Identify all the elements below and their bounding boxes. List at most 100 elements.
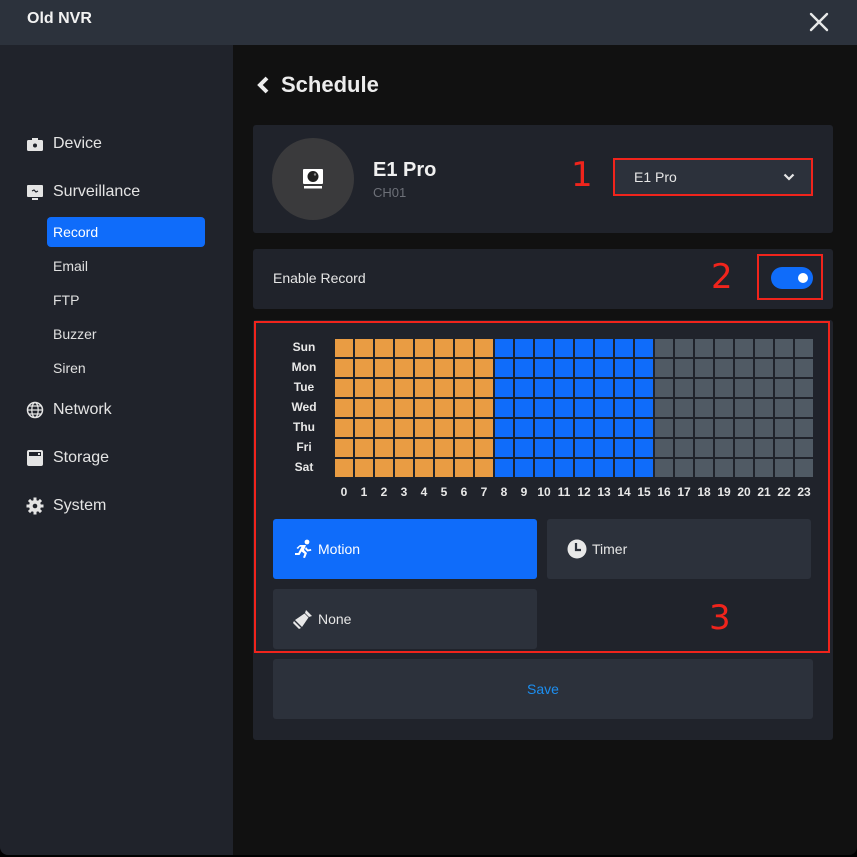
schedule-cell[interactable] <box>675 439 693 457</box>
schedule-cell[interactable] <box>775 339 793 357</box>
schedule-cell[interactable] <box>675 359 693 377</box>
schedule-cell[interactable] <box>475 419 493 437</box>
schedule-cell[interactable] <box>495 339 513 357</box>
enable-record-toggle[interactable] <box>771 267 813 289</box>
schedule-cell[interactable] <box>555 339 573 357</box>
schedule-cell[interactable] <box>455 339 473 357</box>
schedule-cell[interactable] <box>635 359 653 377</box>
schedule-cell[interactable] <box>435 359 453 377</box>
schedule-cell[interactable] <box>495 439 513 457</box>
sidebar-subitem-buzzer[interactable]: Buzzer <box>47 319 205 349</box>
schedule-cell[interactable] <box>655 359 673 377</box>
schedule-cell[interactable] <box>595 339 613 357</box>
close-button[interactable] <box>806 9 832 35</box>
schedule-cell[interactable] <box>515 439 533 457</box>
schedule-cell[interactable] <box>555 359 573 377</box>
schedule-cell[interactable] <box>675 399 693 417</box>
schedule-cell[interactable] <box>355 439 373 457</box>
schedule-cell[interactable] <box>555 399 573 417</box>
schedule-cell[interactable] <box>375 419 393 437</box>
schedule-cell[interactable] <box>575 419 593 437</box>
schedule-cell[interactable] <box>375 359 393 377</box>
back-button[interactable]: Schedule <box>255 70 379 100</box>
schedule-cell[interactable] <box>715 399 733 417</box>
schedule-cell[interactable] <box>435 399 453 417</box>
schedule-cell[interactable] <box>455 419 473 437</box>
schedule-cell[interactable] <box>715 439 733 457</box>
schedule-cell[interactable] <box>355 419 373 437</box>
schedule-cell[interactable] <box>615 419 633 437</box>
sidebar-subitem-siren[interactable]: Siren <box>47 353 205 383</box>
schedule-cell[interactable] <box>515 419 533 437</box>
schedule-cell[interactable] <box>335 359 353 377</box>
schedule-cell[interactable] <box>795 379 813 397</box>
schedule-cell[interactable] <box>635 439 653 457</box>
schedule-cell[interactable] <box>535 419 553 437</box>
schedule-cell[interactable] <box>515 359 533 377</box>
schedule-cell[interactable] <box>795 339 813 357</box>
schedule-cell[interactable] <box>555 459 573 477</box>
schedule-cell[interactable] <box>475 459 493 477</box>
schedule-cell[interactable] <box>495 359 513 377</box>
schedule-cell[interactable] <box>575 459 593 477</box>
schedule-cell[interactable] <box>735 439 753 457</box>
schedule-cell[interactable] <box>555 419 573 437</box>
schedule-cell[interactable] <box>615 359 633 377</box>
schedule-cell[interactable] <box>775 399 793 417</box>
schedule-cell[interactable] <box>595 359 613 377</box>
schedule-cell[interactable] <box>775 459 793 477</box>
sidebar-item-storage[interactable]: Storage <box>26 446 109 470</box>
schedule-cell[interactable] <box>695 419 713 437</box>
schedule-cell[interactable] <box>735 459 753 477</box>
schedule-cell[interactable] <box>635 459 653 477</box>
schedule-cell[interactable] <box>335 379 353 397</box>
schedule-cell[interactable] <box>735 359 753 377</box>
schedule-cell[interactable] <box>615 399 633 417</box>
schedule-cell[interactable] <box>715 419 733 437</box>
sidebar-subitem-email[interactable]: Email <box>47 251 205 281</box>
schedule-cell[interactable] <box>355 379 373 397</box>
schedule-cell[interactable] <box>775 379 793 397</box>
schedule-cell[interactable] <box>475 339 493 357</box>
schedule-cell[interactable] <box>495 379 513 397</box>
schedule-cell[interactable] <box>615 339 633 357</box>
schedule-cell[interactable] <box>675 339 693 357</box>
schedule-cell[interactable] <box>715 339 733 357</box>
schedule-cell[interactable] <box>355 359 373 377</box>
schedule-cell[interactable] <box>375 459 393 477</box>
schedule-cell[interactable] <box>415 359 433 377</box>
schedule-cell[interactable] <box>335 399 353 417</box>
sidebar-item-surveillance[interactable]: Surveillance <box>26 180 140 204</box>
schedule-cell[interactable] <box>435 339 453 357</box>
schedule-cell[interactable] <box>755 339 773 357</box>
schedule-cell[interactable] <box>395 419 413 437</box>
sidebar-item-network[interactable]: Network <box>26 398 112 422</box>
schedule-cell[interactable] <box>755 459 773 477</box>
schedule-cell[interactable] <box>415 339 433 357</box>
schedule-cell[interactable] <box>375 399 393 417</box>
schedule-cell[interactable] <box>715 359 733 377</box>
sidebar-subitem-record[interactable]: Record <box>47 217 205 247</box>
mode-motion-button[interactable]: Motion <box>273 519 537 579</box>
schedule-cell[interactable] <box>455 359 473 377</box>
schedule-cell[interactable] <box>415 399 433 417</box>
sidebar-item-system[interactable]: System <box>26 494 106 518</box>
schedule-cell[interactable] <box>455 459 473 477</box>
schedule-cell[interactable] <box>375 379 393 397</box>
schedule-cell[interactable] <box>355 399 373 417</box>
schedule-cell[interactable] <box>695 379 713 397</box>
schedule-cell[interactable] <box>435 419 453 437</box>
schedule-cell[interactable] <box>655 439 673 457</box>
schedule-cell[interactable] <box>535 379 553 397</box>
schedule-cell[interactable] <box>655 339 673 357</box>
schedule-cell[interactable] <box>515 399 533 417</box>
schedule-cell[interactable] <box>655 459 673 477</box>
schedule-cell[interactable] <box>495 419 513 437</box>
schedule-cell[interactable] <box>775 359 793 377</box>
schedule-cell[interactable] <box>755 399 773 417</box>
schedule-cell[interactable] <box>475 439 493 457</box>
schedule-cell[interactable] <box>615 459 633 477</box>
schedule-cell[interactable] <box>535 459 553 477</box>
schedule-cell[interactable] <box>415 439 433 457</box>
schedule-cell[interactable] <box>595 459 613 477</box>
